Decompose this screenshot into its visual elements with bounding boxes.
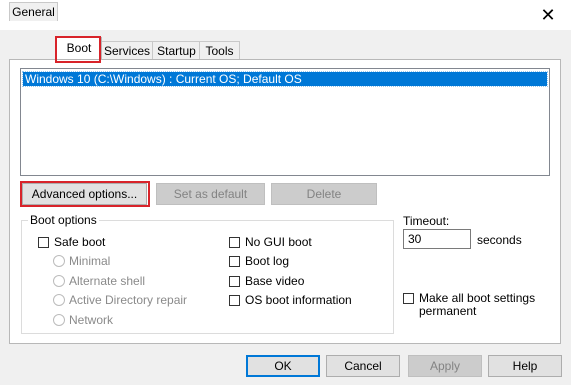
minimal-radio[interactable]: Minimal <box>53 254 110 268</box>
radio-circle <box>53 294 65 306</box>
make-permanent-line2: permanent <box>419 304 477 318</box>
checkbox-box <box>229 255 240 267</box>
checkbox-box <box>229 294 240 306</box>
checkbox-label: Base video <box>245 274 305 288</box>
tab-boot[interactable]: Boot <box>56 37 102 59</box>
radio-circle <box>53 275 65 287</box>
tab-label: Services <box>103 44 150 58</box>
tab-general[interactable]: General <box>9 2 58 21</box>
base-video-checkbox[interactable]: Base video <box>229 274 304 288</box>
tab-label: General <box>12 5 55 19</box>
button-label: Advanced options... <box>31 187 138 201</box>
radio-circle <box>53 255 65 267</box>
cancel-button[interactable]: Cancel <box>326 355 400 377</box>
button-label: Delete <box>306 187 342 201</box>
apply-button[interactable]: Apply <box>408 355 482 377</box>
alternate-shell-radio[interactable]: Alternate shell <box>53 274 145 288</box>
checkbox-label: No GUI boot <box>245 235 312 249</box>
title-bar: ✕ <box>0 0 571 30</box>
ok-button[interactable]: OK <box>246 355 320 377</box>
boot-options-title: Boot options <box>28 213 99 227</box>
no-gui-boot-checkbox[interactable]: No GUI boot <box>229 235 312 249</box>
boot-entries-list[interactable]: Windows 10 (C:\Windows) : Current OS; De… <box>20 68 550 176</box>
checkbox-label: Make all boot settings permanent <box>419 292 535 318</box>
button-label: Help <box>512 359 538 373</box>
button-label: Cancel <box>344 359 382 373</box>
timeout-input[interactable]: 30 <box>403 229 471 249</box>
checkbox-label: Boot log <box>245 254 290 268</box>
boot-log-checkbox[interactable]: Boot log <box>229 254 289 268</box>
checkbox-label: Safe boot <box>54 235 106 249</box>
list-item[interactable]: Windows 10 (C:\Windows) : Current OS; De… <box>22 71 548 87</box>
radio-label: Network <box>69 313 114 327</box>
checkbox-label: OS boot information <box>245 293 352 307</box>
network-radio[interactable]: Network <box>53 313 113 327</box>
close-icon: ✕ <box>540 4 556 25</box>
tab-startup[interactable]: Startup <box>152 41 201 60</box>
radio-label: Minimal <box>69 254 111 268</box>
os-boot-info-checkbox[interactable]: OS boot information <box>229 293 352 307</box>
set-as-default-button[interactable]: Set as default <box>156 183 265 205</box>
tab-label: Boot <box>66 41 92 55</box>
tab-label: Tools <box>205 44 234 58</box>
help-button[interactable]: Help <box>488 355 562 377</box>
close-button[interactable]: ✕ <box>525 0 571 30</box>
ad-repair-radio[interactable]: Active Directory repair <box>53 293 187 307</box>
tab-services[interactable]: Services <box>100 41 154 60</box>
checkbox-box <box>403 293 414 304</box>
radio-circle <box>53 314 65 326</box>
radio-label: Alternate shell <box>69 274 146 288</box>
timeout-unit: seconds <box>477 233 522 247</box>
timeout-label: Timeout: <box>403 214 450 228</box>
button-label: OK <box>274 359 292 373</box>
button-label: Set as default <box>173 187 248 201</box>
tab-tools[interactable]: Tools <box>199 41 240 60</box>
safe-boot-checkbox[interactable]: Safe boot <box>38 235 105 249</box>
button-label: Apply <box>429 359 461 373</box>
checkbox-box <box>229 236 240 248</box>
make-permanent-checkbox[interactable]: Make all boot settings permanent <box>403 292 535 318</box>
checkbox-box <box>38 236 49 248</box>
tab-label: Startup <box>157 44 196 58</box>
delete-button[interactable]: Delete <box>271 183 377 205</box>
radio-label: Active Directory repair <box>69 293 188 307</box>
advanced-options-button[interactable]: Advanced options... <box>22 183 147 205</box>
checkbox-box <box>229 275 240 287</box>
make-permanent-line1: Make all boot settings <box>419 291 536 305</box>
